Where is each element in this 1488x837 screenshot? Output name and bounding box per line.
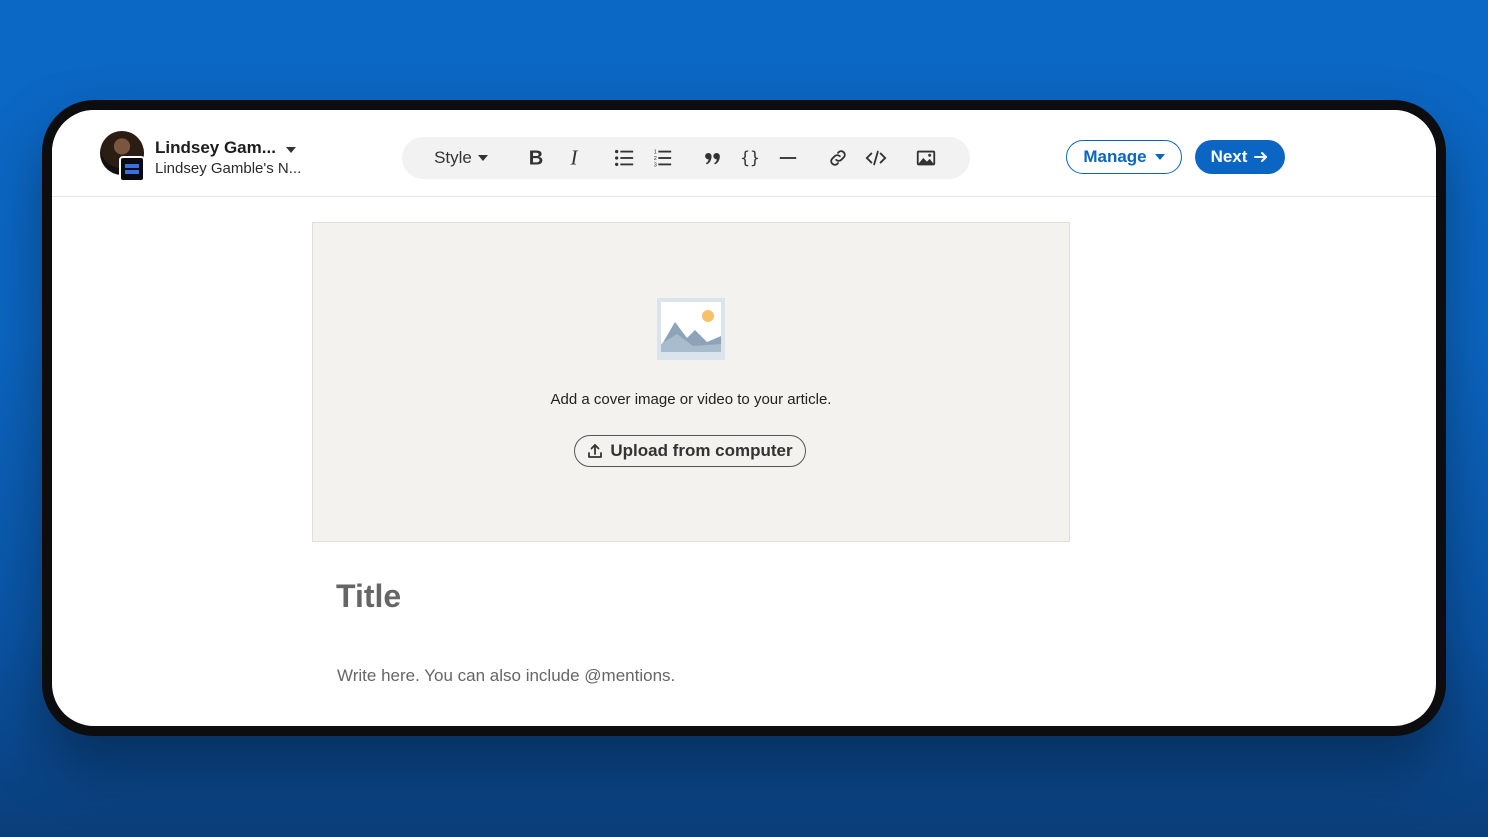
divider-button[interactable] [772,142,804,174]
svg-text:2: 2 [654,156,657,162]
quote-button[interactable] [696,142,728,174]
cover-media-dropzone[interactable]: Add a cover image or video to your artic… [312,222,1070,542]
link-button[interactable] [822,142,854,174]
chevron-down-icon [1154,154,1165,160]
embed-code-button[interactable] [860,142,892,174]
device-frame: Lindsey Gam... Lindsey Gamble's N... Sty… [42,100,1446,736]
svg-text:3: 3 [654,162,657,168]
bold-button[interactable]: B [520,142,552,174]
style-label: Style [434,148,472,167]
image-placeholder-icon [657,298,725,360]
italic-icon: I [569,147,578,169]
author-subtitle: Lindsey Gamble's N... [155,160,302,177]
next-label: Next [1210,147,1248,166]
image-icon [916,150,936,166]
cover-prompt-text: Add a cover image or video to your artic… [550,391,832,408]
manage-label: Manage [1083,147,1147,166]
chevron-down-icon [477,155,488,161]
bulleted-list-icon [615,149,634,167]
editor-screen: Lindsey Gam... Lindsey Gamble's N... Sty… [52,110,1436,726]
svg-text:1: 1 [654,149,657,155]
numbered-list-icon: 1 2 3 [654,149,672,168]
insert-image-button[interactable] [910,142,942,174]
svg-text:{}: {} [740,149,760,168]
formatting-toolbar: Style B I 1 2 3 {} [402,137,970,179]
newsletter-badge-icon [119,156,145,182]
link-icon [830,150,846,166]
author-selector[interactable]: Lindsey Gam... Lindsey Gamble's N... [100,131,320,183]
arrow-right-icon [1254,152,1268,162]
bulleted-list-button[interactable] [608,142,640,174]
chevron-down-icon [286,147,296,153]
style-dropdown[interactable]: Style [426,142,496,174]
divider-icon [779,157,797,159]
upload-icon [588,444,603,458]
author-name: Lindsey Gam... [155,138,276,157]
next-button[interactable]: Next [1195,140,1285,174]
numbered-list-button[interactable]: 1 2 3 [646,142,678,174]
svg-text:I: I [569,147,578,169]
upload-from-computer-button[interactable]: Upload from computer [574,435,806,467]
italic-button[interactable]: I [558,142,590,174]
embed-code-icon [865,150,887,166]
svg-text:B: B [529,147,544,169]
quote-icon [705,152,720,165]
article-title-input[interactable]: Title [336,578,1036,615]
upload-label: Upload from computer [610,441,793,460]
editor-header: Lindsey Gam... Lindsey Gamble's N... Sty… [52,110,1436,197]
bold-icon: B [529,147,544,169]
article-body-input[interactable]: Write here. You can also include @mentio… [337,666,1037,686]
code-block-button[interactable]: {} [734,142,766,174]
manage-button[interactable]: Manage [1066,140,1182,174]
code-block-icon: {} [740,149,760,168]
